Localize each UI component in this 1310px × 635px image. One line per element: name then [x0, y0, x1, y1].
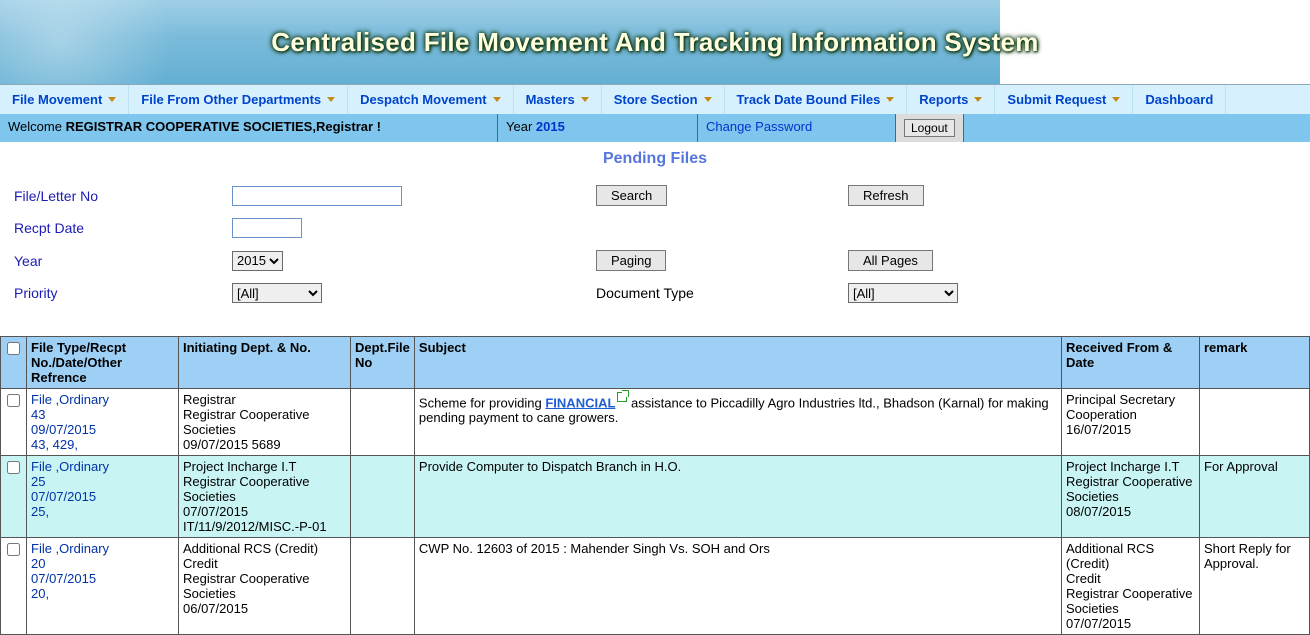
menu-submit-request[interactable]: Submit Request	[995, 85, 1133, 114]
file-link[interactable]: File ,Ordinary2507/07/201525,	[27, 456, 179, 538]
header-subject: Subject	[414, 337, 1061, 389]
header-remark: remark	[1200, 337, 1310, 389]
doc-type-label: Document Type	[590, 278, 840, 308]
filter-panel: File/Letter No Search Refresh Recpt Date…	[6, 178, 1310, 310]
table-row: File ,Ordinary2507/07/201525,Project Inc…	[1, 456, 1310, 538]
app-title: Centralised File Movement And Tracking I…	[271, 27, 1038, 58]
select-all-checkbox[interactable]	[7, 342, 20, 355]
chevron-down-icon	[974, 97, 982, 102]
received-cell: Project Incharge I.TRegistrar Cooperativ…	[1062, 456, 1200, 538]
year-filter-label: Year	[8, 245, 224, 276]
banner-whitespace	[1000, 0, 1310, 84]
external-link-icon	[617, 392, 627, 402]
menu-label: Masters	[526, 92, 575, 107]
menu-label: Reports	[919, 92, 968, 107]
info-bar: Welcome REGISTRAR COOPERATIVE SOCIETIES,…	[0, 114, 1310, 142]
header-initiating: Initiating Dept. & No.	[179, 337, 351, 389]
file-no-label: File/Letter No	[8, 180, 224, 211]
priority-label: Priority	[8, 278, 224, 308]
pending-files-grid: File Type/Recpt No./Date/Other Refrence …	[0, 336, 1310, 635]
header-file-type: File Type/Recpt No./Date/Other Refrence	[27, 337, 179, 389]
dept-file-cell	[351, 456, 415, 538]
row-checkbox[interactable]	[7, 461, 20, 474]
logout-button[interactable]: Logout	[904, 119, 955, 137]
logout-cell: Logout	[896, 114, 964, 142]
header-received: Received From & Date	[1062, 337, 1200, 389]
dept-file-cell	[351, 389, 415, 456]
subject-cell: Provide Computer to Dispatch Branch in H…	[414, 456, 1061, 538]
chevron-down-icon	[1112, 97, 1120, 102]
recpt-date-label: Recpt Date	[8, 213, 224, 243]
chevron-down-icon	[886, 97, 894, 102]
paging-button[interactable]: Paging	[596, 250, 666, 271]
chevron-down-icon	[704, 97, 712, 102]
remark-cell	[1200, 389, 1310, 456]
initiating-cell: Project Incharge I.TRegistrar Cooperativ…	[179, 456, 351, 538]
year-link[interactable]: 2015	[536, 119, 565, 134]
received-cell: Principal Secretary Cooperation16/07/201…	[1062, 389, 1200, 456]
header-select	[1, 337, 27, 389]
remark-cell: For Approval	[1200, 456, 1310, 538]
doc-type-select[interactable]: [All]	[848, 283, 958, 303]
menu-masters[interactable]: Masters	[514, 85, 602, 114]
menu-track-date[interactable]: Track Date Bound Files	[725, 85, 908, 114]
recpt-date-input[interactable]	[232, 218, 302, 238]
refresh-button[interactable]: Refresh	[848, 185, 924, 206]
menu-file-from-other[interactable]: File From Other Departments	[129, 85, 348, 114]
menu-store[interactable]: Store Section	[602, 85, 725, 114]
main-menu: File Movement File From Other Department…	[0, 84, 1310, 114]
row-checkbox[interactable]	[7, 543, 20, 556]
priority-select[interactable]: [All]	[232, 283, 322, 303]
search-button[interactable]: Search	[596, 185, 667, 206]
app-banner: Centralised File Movement And Tracking I…	[0, 0, 1310, 84]
chevron-down-icon	[108, 97, 116, 102]
chevron-down-icon	[327, 97, 335, 102]
menu-label: Despatch Movement	[360, 92, 486, 107]
table-row: File ,Ordinary4309/07/201543, 429,Regist…	[1, 389, 1310, 456]
row-checkbox[interactable]	[7, 394, 20, 407]
menu-label: Submit Request	[1007, 92, 1106, 107]
chevron-down-icon	[581, 97, 589, 102]
change-password-link[interactable]: Change Password	[706, 119, 812, 134]
change-password-cell: Change Password	[698, 114, 896, 142]
menu-label: Store Section	[614, 92, 698, 107]
menu-label: File From Other Departments	[141, 92, 321, 107]
menu-file-movement[interactable]: File Movement	[0, 85, 129, 114]
all-pages-button[interactable]: All Pages	[848, 250, 933, 271]
initiating-cell: RegistrarRegistrar Cooperative Societies…	[179, 389, 351, 456]
subject-link[interactable]: FINANCIAL	[545, 395, 615, 410]
file-no-input[interactable]	[232, 186, 402, 206]
year-cell: Year 2015	[498, 114, 698, 142]
menu-despatch[interactable]: Despatch Movement	[348, 85, 513, 114]
menu-label: Dashboard	[1145, 92, 1213, 107]
menu-dashboard[interactable]: Dashboard	[1133, 85, 1226, 114]
subject-cell: Scheme for providing FINANCIAL assistanc…	[414, 389, 1061, 456]
welcome-text: Welcome REGISTRAR COOPERATIVE SOCIETIES,…	[0, 114, 498, 142]
menu-reports[interactable]: Reports	[907, 85, 995, 114]
header-dept-file: Dept.File No	[351, 337, 415, 389]
menu-label: Track Date Bound Files	[737, 92, 881, 107]
page-heading: Pending Files	[0, 142, 1310, 172]
file-link[interactable]: File ,Ordinary4309/07/201543, 429,	[27, 389, 179, 456]
year-select[interactable]: 2015	[232, 251, 283, 271]
menu-label: File Movement	[12, 92, 102, 107]
chevron-down-icon	[493, 97, 501, 102]
